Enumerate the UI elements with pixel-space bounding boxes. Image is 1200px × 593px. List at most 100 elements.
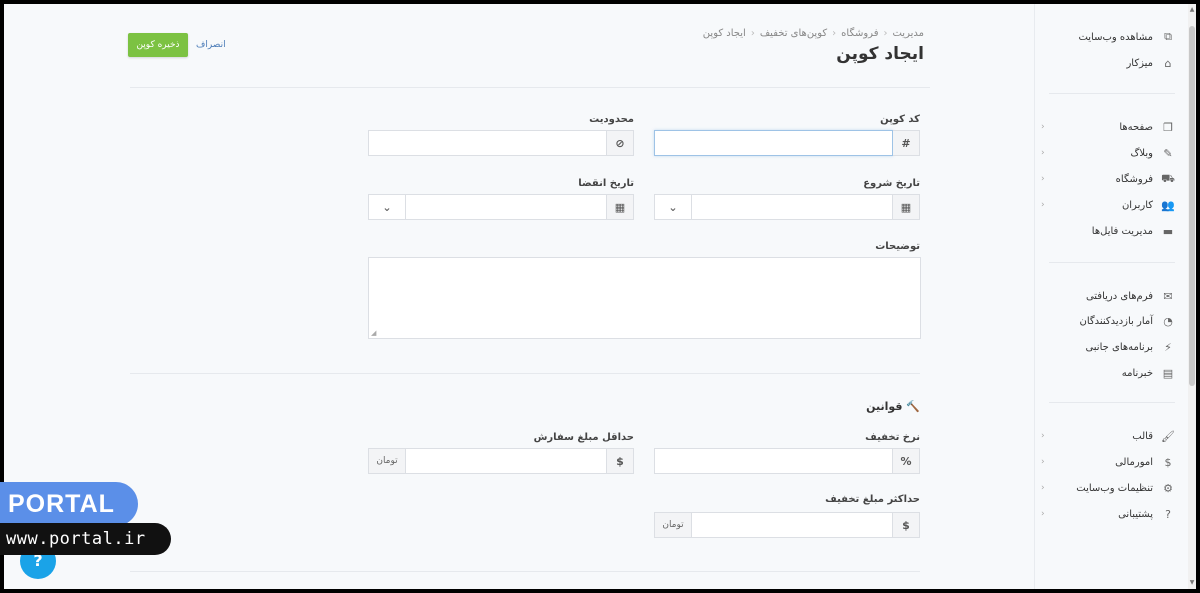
sidebar-item-users[interactable]: 👥 کاربران ‹ [1035,194,1189,216]
start-date-input[interactable] [691,194,893,220]
cancel-link[interactable]: انصراف [196,40,226,50]
hash-icon: # [893,130,920,156]
start-date-label: تاریخ شروع [863,178,920,189]
ban-icon: ⊘ [607,130,634,156]
min-order-label: حداقل مبلغ سفارش [533,432,634,443]
sidebar-item-pencil[interactable]: ✎ وبلاگ ‹ [1035,142,1189,164]
sidebar-item-label: میزکار [1126,57,1153,69]
chevron-left-icon: ‹ [1041,200,1045,210]
chevron-left-icon: ‹ [1041,483,1045,493]
currency-unit: تومان [654,512,691,538]
sidebar-item-label: آمار بازدیدکنندگان [1079,315,1153,327]
home-icon: ⌂ [1164,56,1172,70]
question-icon: ? [1165,507,1171,521]
discount-rate-input[interactable] [654,448,893,474]
rules-title-text: قوانین [866,400,903,413]
end-date-input[interactable] [405,194,607,220]
sidebar-item-folder[interactable]: ▬ مدیریت فایل‌ها [1035,220,1189,242]
gear-icon: ⚙ [1163,481,1173,495]
start-date-group: ⌄ ▦ [654,194,920,220]
sidebar-divider [1049,93,1175,94]
external-link-icon: ⧉ [1164,30,1172,43]
users-icon: 👥 [1161,198,1175,212]
sidebar-item-label: قالب [1132,430,1153,442]
plug-icon: ⚡ [1164,340,1172,354]
sidebar-item-label: فرم‌های دریافتی [1085,290,1153,302]
end-date-label: تاریخ انقضا [578,178,634,189]
coupon-code-group: # [654,130,920,156]
sidebar-item-home[interactable]: ⌂ میزکار [1035,52,1189,74]
sidebar-item-label: برنامه‌های جانبی [1085,341,1153,353]
sidebar-item-question[interactable]: ? پشتیبانی ‹ [1035,503,1189,525]
portal-logo-badge: PORTAL [0,482,138,526]
sidebar-item-label: امورمالی [1115,456,1153,468]
sidebar-item-newspaper[interactable]: ▤ خبرنامه [1035,362,1189,384]
scroll-up-icon[interactable]: ▲ [1188,6,1196,14]
sidebar-item-gear[interactable]: ⚙ تنظیمات وب‌سایت ‹ [1035,477,1189,499]
rules-section-title: 🔨 قوانین [804,400,920,413]
dollar-icon: $ [607,448,634,474]
sidebar-item-brush[interactable]: 🖌 قالب ‹ [1035,425,1189,447]
sidebar-item-label: کاربران [1121,199,1153,211]
divider [130,87,930,88]
dollar-icon: $ [1164,455,1172,469]
scrollbar-thumb[interactable] [1189,26,1195,386]
resize-handle-icon[interactable]: ◢ [371,329,376,337]
percent-icon: % [893,448,920,474]
sidebar-item-label: صفحه‌ها [1119,121,1153,133]
dollar-icon: $ [893,512,920,538]
coupon-code-label: کد کوپن [880,114,920,125]
sidebar-item-label: خبرنامه [1121,367,1153,379]
brush-icon: 🖌 [1161,429,1175,443]
limit-label: محدودیت [589,114,634,125]
calendar-icon: ▦ [607,194,634,220]
sidebar-item-envelope[interactable]: ✉ فرم‌های دریافتی [1035,285,1189,307]
sidebar: ⧉ مشاهده وب‌سایت ⌂ میزکار ❐ صفحه‌ها ‹ ✎ وبلاگ ‹ ⛟ ف… [1034,4,1189,589]
description-textarea[interactable]: ◢ [368,257,921,339]
chevron-down-icon[interactable]: ⌄ [654,194,691,220]
portal-url-badge: www.portal.ir [0,523,171,555]
breadcrumb-item-admin[interactable]: مدیریت [892,28,924,39]
max-discount-group: تومان $ [654,512,920,538]
calendar-icon: ▦ [893,194,920,220]
min-order-input[interactable] [405,448,607,474]
divider [130,571,920,572]
chevron-down-icon[interactable]: ⌄ [368,194,405,220]
limit-input[interactable] [368,130,607,156]
sidebar-item-pie-chart[interactable]: ◔ آمار بازدیدکنندگان [1035,310,1189,332]
end-date-group: ⌄ ▦ [368,194,634,220]
breadcrumb-item-shop[interactable]: فروشگاه [841,28,878,39]
sidebar-item-dollar[interactable]: $ امورمالی ‹ [1035,451,1189,473]
chevron-left-icon: ‹ [1041,457,1045,467]
scrollbar[interactable]: ▲ ▼ [1188,4,1196,589]
sidebar-item-cart[interactable]: ⛟ فروشگاه ‹ [1035,168,1189,190]
page-title: ایجاد کوپن [836,44,924,64]
breadcrumb-item-coupons[interactable]: کوپن‌های تخفیف [760,28,827,39]
gavel-icon: 🔨 [906,400,920,413]
sidebar-item-plug[interactable]: ⚡ برنامه‌های جانبی [1035,336,1189,358]
chevron-left-icon: ‹ [1041,174,1045,184]
limit-group: ⊘ [368,130,634,156]
coupon-code-input[interactable] [654,130,893,156]
min-order-group: تومان $ [368,448,634,474]
description-label: توضیحات [875,241,920,252]
pages-icon: ❐ [1163,120,1173,134]
sidebar-item-external-link[interactable]: ⧉ مشاهده وب‌سایت [1035,26,1189,48]
chevron-left-icon: ‹ [1041,431,1045,441]
sidebar-item-label: فروشگاه [1115,173,1153,185]
chevron-left-icon: ‹ [1041,148,1045,158]
folder-icon: ▬ [1162,224,1174,238]
pencil-icon: ✎ [1163,146,1173,160]
newspaper-icon: ▤ [1162,366,1174,380]
sidebar-divider [1049,262,1175,263]
sidebar-item-label: وبلاگ [1130,147,1153,159]
max-discount-label: حداکثر مبلغ تخفیف [825,494,920,505]
pie-chart-icon: ◔ [1163,314,1173,328]
sidebar-item-pages[interactable]: ❐ صفحه‌ها ‹ [1035,116,1189,138]
chevron-left-icon: ‹ [1041,509,1045,519]
scroll-down-icon[interactable]: ▼ [1188,579,1196,587]
divider [130,373,920,374]
max-discount-input[interactable] [691,512,893,538]
breadcrumb: مدیریت‹فروشگاه‹کوپن‌های تخفیف‹ایجاد کوپن [702,28,924,39]
save-coupon-button[interactable]: ذخیره کوپن [128,33,188,57]
